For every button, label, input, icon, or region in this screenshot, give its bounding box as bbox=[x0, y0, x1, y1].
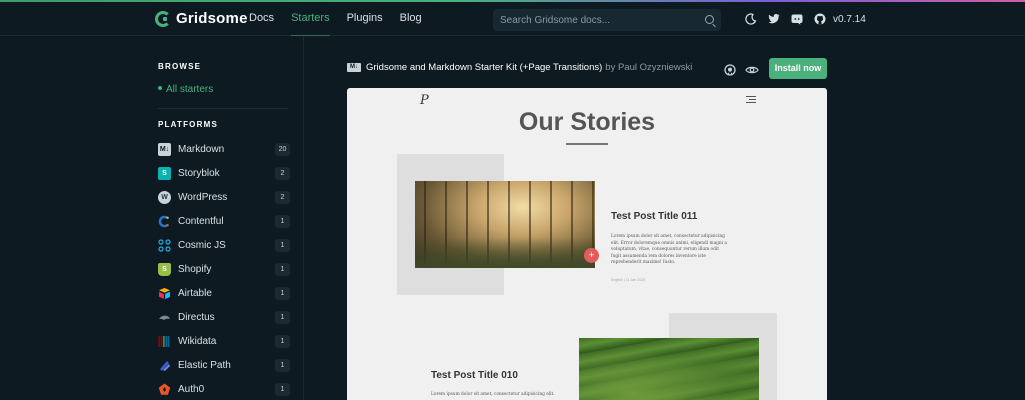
preview-logo: P bbox=[420, 93, 429, 108]
platform-shopify[interactable]: S Shopify 1 bbox=[158, 260, 290, 278]
search-input[interactable] bbox=[500, 9, 690, 31]
nav-starters[interactable]: Starters bbox=[291, 2, 330, 36]
moon-icon[interactable] bbox=[744, 12, 758, 26]
platform-name: Cosmic JS bbox=[178, 239, 226, 251]
platform-cosmicjs[interactable]: Cosmic JS 1 bbox=[158, 236, 290, 254]
platform-name: Contentful bbox=[178, 215, 224, 227]
platform-name: Wikidata bbox=[178, 335, 217, 347]
platform-count: 1 bbox=[275, 334, 290, 348]
nav-blog[interactable]: Blog bbox=[400, 2, 422, 36]
preview-eye-icon[interactable] bbox=[745, 63, 759, 75]
preview-menu-icon bbox=[746, 96, 756, 105]
post-title: Test Post Title 011 bbox=[611, 211, 698, 222]
platform-directus[interactable]: Directus 1 bbox=[158, 308, 290, 326]
platform-count: 1 bbox=[275, 238, 290, 252]
platform-contentful[interactable]: Contentful 1 bbox=[158, 212, 290, 230]
platform-count: 2 bbox=[275, 166, 290, 180]
platform-name: Storyblok bbox=[178, 167, 220, 179]
post-image-forest bbox=[415, 181, 595, 268]
discord-icon[interactable] bbox=[790, 12, 804, 26]
post-excerpt: Lorem ipsum dolor sit amet, consectetur … bbox=[611, 234, 727, 265]
platform-storyblok[interactable]: S Storyblok 2 bbox=[158, 164, 290, 182]
platform-count: 1 bbox=[275, 382, 290, 396]
post-meta: English | 11 Jan 2020 bbox=[611, 278, 646, 282]
platform-name: Airtable bbox=[178, 287, 212, 299]
starter-header: M↓ Gridsome and Markdown Starter Kit (+P… bbox=[347, 62, 692, 73]
brand-logo[interactable]: Gridsome bbox=[155, 10, 248, 27]
platform-auth0[interactable]: Auth0 1 bbox=[158, 380, 290, 398]
platform-name: Elastic Path bbox=[178, 359, 231, 371]
markdown-badge-icon: M↓ bbox=[347, 63, 361, 72]
browse-title: BROWSE bbox=[158, 62, 202, 71]
post-image-hills bbox=[579, 338, 759, 400]
platform-wikidata[interactable]: Wikidata 1 bbox=[158, 332, 290, 350]
platform-count: 1 bbox=[275, 286, 290, 300]
platform-name: Shopify bbox=[178, 263, 212, 275]
platform-name: Directus bbox=[178, 311, 215, 323]
search-box bbox=[493, 9, 721, 31]
platform-elasticpath[interactable]: Elastic Path 1 bbox=[158, 356, 290, 374]
preview-heading-underline bbox=[566, 143, 608, 145]
platform-count: 1 bbox=[275, 358, 290, 372]
airtable-icon bbox=[158, 287, 171, 300]
platform-count: 1 bbox=[275, 310, 290, 324]
sidebar-separator bbox=[158, 108, 288, 109]
markdown-icon: M↓ bbox=[158, 142, 171, 156]
install-now-button[interactable]: Install now bbox=[769, 58, 827, 79]
wikidata-icon bbox=[158, 335, 171, 348]
platform-airtable[interactable]: Airtable 1 bbox=[158, 284, 290, 302]
all-starters-label: All starters bbox=[166, 84, 214, 95]
platform-count: 1 bbox=[275, 214, 290, 228]
main-nav: Docs Starters Plugins Blog bbox=[249, 2, 439, 36]
header-icons: v0.7.14 bbox=[744, 12, 866, 26]
storyblok-icon: S bbox=[158, 166, 171, 180]
gridsome-logo-icon bbox=[155, 10, 171, 27]
github-repo-icon[interactable] bbox=[724, 63, 736, 76]
platform-name: Markdown bbox=[178, 143, 225, 155]
contentful-icon bbox=[158, 215, 171, 228]
platform-count: 2 bbox=[275, 190, 290, 204]
shopify-icon: S bbox=[158, 262, 171, 276]
all-starters-link[interactable]: All starters bbox=[158, 84, 213, 95]
active-dot-icon bbox=[158, 86, 162, 91]
directus-icon bbox=[158, 311, 171, 324]
starter-author[interactable]: by Paul Ozyzniewski bbox=[605, 62, 692, 73]
elasticpath-icon bbox=[158, 359, 171, 372]
platforms-title: PLATFORMS bbox=[158, 120, 218, 129]
post-excerpt: Lorem ipsum dolor sit amet, consectetur … bbox=[431, 392, 555, 397]
platform-markdown[interactable]: M↓ Markdown 20 bbox=[158, 140, 290, 158]
post-title: Test Post Title 010 bbox=[431, 370, 518, 381]
nav-plugins[interactable]: Plugins bbox=[347, 2, 383, 36]
platform-count: 1 bbox=[275, 262, 290, 276]
platform-count: 20 bbox=[275, 142, 290, 156]
twitter-icon[interactable] bbox=[767, 12, 781, 26]
site-header: Gridsome Docs Starters Plugins Blog v0.7… bbox=[0, 2, 1025, 36]
platform-wordpress[interactable]: W WordPress 2 bbox=[158, 188, 290, 206]
sidebar-divider bbox=[303, 37, 304, 400]
search-icon[interactable] bbox=[705, 15, 714, 24]
platform-name: WordPress bbox=[178, 191, 228, 203]
cosmicjs-icon bbox=[158, 238, 171, 252]
github-icon[interactable] bbox=[813, 12, 827, 26]
nav-docs[interactable]: Docs bbox=[249, 2, 274, 36]
starter-title: Gridsome and Markdown Starter Kit (+Page… bbox=[366, 62, 603, 73]
auth0-icon bbox=[158, 383, 171, 396]
platform-name: Auth0 bbox=[178, 383, 205, 395]
starter-preview[interactable]: P Our Stories + Test Post Title 011 Lore… bbox=[347, 88, 827, 400]
post-plus-icon: + bbox=[584, 248, 599, 263]
brand-name: Gridsome bbox=[176, 10, 248, 27]
preview-heading: Our Stories bbox=[518, 108, 656, 136]
version-label[interactable]: v0.7.14 bbox=[833, 14, 866, 25]
wordpress-icon: W bbox=[158, 190, 171, 204]
